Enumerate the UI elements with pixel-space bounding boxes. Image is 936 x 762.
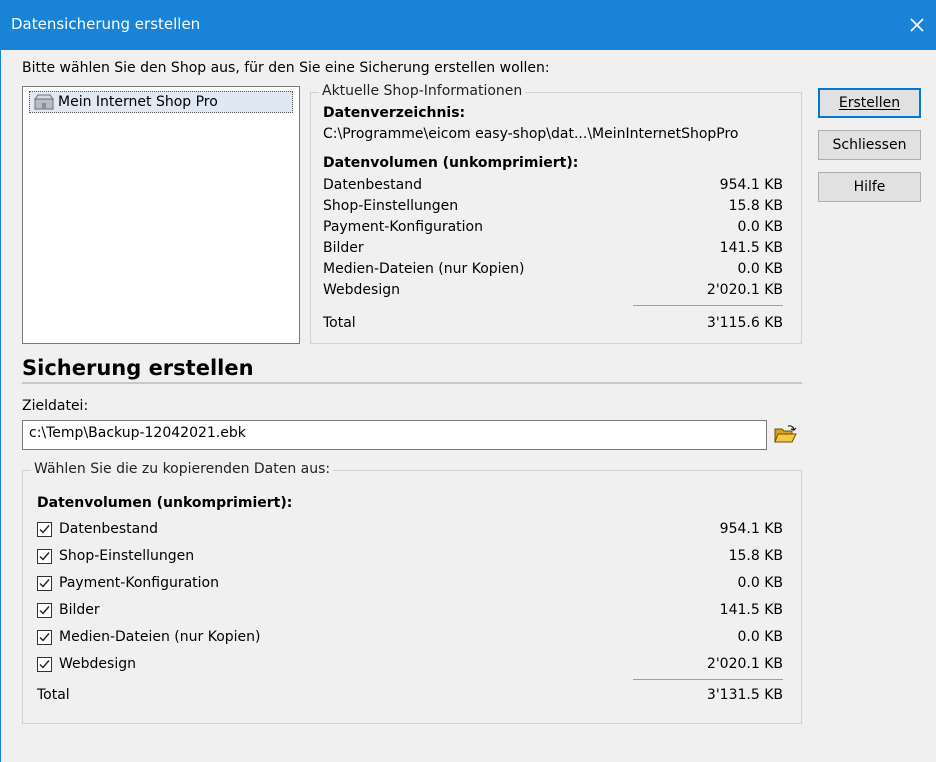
- info-row: Datenbestand 954.1 KB: [323, 177, 783, 197]
- total-separator: [633, 679, 783, 680]
- info-total-label: Total: [323, 315, 356, 331]
- volume-heading: Datenvolumen (unkomprimiert):: [323, 155, 579, 171]
- info-row: Bilder 141.5 KB: [323, 240, 783, 260]
- info-row: Shop-Einstellungen 15.8 KB: [323, 198, 783, 218]
- help-button-label: Hilfe: [853, 179, 886, 195]
- backup-section-title: Sicherung erstellen: [22, 356, 254, 380]
- total-separator: [633, 305, 783, 306]
- list-item-shop[interactable]: Mein Internet Shop Pro: [29, 91, 293, 113]
- info-row-label: Bilder: [323, 240, 364, 256]
- backup-row: Datenbestand 954.1 KB: [37, 521, 783, 541]
- close-icon[interactable]: [897, 0, 936, 50]
- info-row-label: Medien-Dateien (nur Kopien): [323, 261, 525, 277]
- info-row-label: Shop-Einstellungen: [323, 198, 459, 214]
- close-button-label: Schliessen: [832, 137, 907, 153]
- backup-row-value: 0.0 KB: [737, 629, 784, 645]
- shop-icon: [34, 94, 54, 110]
- backup-row-label: Medien-Dateien (nur Kopien): [59, 629, 261, 645]
- info-row-value: 0.0 KB: [737, 219, 784, 235]
- target-file-input[interactable]: c:\Temp\Backup-12042021.ebk: [22, 420, 767, 450]
- checkbox[interactable]: [37, 657, 52, 672]
- backup-row: Medien-Dateien (nur Kopien) 0.0 KB: [37, 629, 783, 649]
- select-data-group: Wählen Sie die zu kopierenden Daten aus:…: [22, 461, 802, 724]
- backup-total-label: Total: [37, 687, 70, 703]
- backup-row-label: Datenbestand: [59, 521, 158, 537]
- backup-row: Bilder 141.5 KB: [37, 602, 783, 622]
- checkbox[interactable]: [37, 603, 52, 618]
- list-item-label: Mein Internet Shop Pro: [58, 94, 218, 110]
- folder-open-icon[interactable]: [773, 424, 797, 446]
- info-row: Webdesign 2'020.1 KB: [323, 282, 783, 302]
- info-row-value: 15.8 KB: [728, 198, 783, 214]
- backup-row-label: Bilder: [59, 602, 100, 618]
- shop-select-prompt: Bitte wählen Sie den Shop aus, für den S…: [22, 60, 550, 76]
- backup-row: Webdesign 2'020.1 KB: [37, 656, 783, 676]
- checkbox[interactable]: [37, 549, 52, 564]
- info-row-value: 2'020.1 KB: [706, 282, 783, 298]
- select-data-legend: Wählen Sie die zu kopierenden Daten aus:: [31, 461, 334, 477]
- backup-total-row: Total 3'131.5 KB: [37, 687, 783, 707]
- backup-row-label: Payment-Konfiguration: [59, 575, 219, 591]
- shop-list[interactable]: Mein Internet Shop Pro: [22, 86, 300, 344]
- info-row-value: 141.5 KB: [719, 240, 783, 256]
- checkbox[interactable]: [37, 630, 52, 645]
- backup-row-value: 2'020.1 KB: [706, 656, 783, 672]
- backup-volume-heading: Datenvolumen (unkomprimiert):: [37, 495, 293, 511]
- data-directory-heading: Datenverzeichnis:: [323, 105, 466, 121]
- backup-row-label: Shop-Einstellungen: [59, 548, 195, 564]
- target-file-label: Zieldatei:: [22, 398, 89, 414]
- help-button[interactable]: Hilfe: [818, 172, 921, 202]
- data-directory-path: C:\Programme\eicom easy-shop\dat...\Mein…: [323, 126, 739, 142]
- backup-row-value: 0.0 KB: [737, 575, 784, 591]
- backup-row-value: 15.8 KB: [728, 548, 783, 564]
- title-bar: Datensicherung erstellen: [1, 0, 936, 50]
- info-row: Medien-Dateien (nur Kopien) 0.0 KB: [323, 261, 783, 281]
- info-total-row: Total 3'115.6 KB: [323, 315, 783, 335]
- shop-info-group: Aktuelle Shop-Informationen Datenverzeic…: [310, 83, 802, 344]
- info-total-value: 3'115.6 KB: [706, 315, 783, 331]
- info-row-label: Webdesign: [323, 282, 400, 298]
- info-row: Payment-Konfiguration 0.0 KB: [323, 219, 783, 239]
- window-title: Datensicherung erstellen: [11, 15, 201, 33]
- shop-info-legend: Aktuelle Shop-Informationen: [319, 83, 526, 99]
- backup-row: Payment-Konfiguration 0.0 KB: [37, 575, 783, 595]
- backup-row-value: 141.5 KB: [719, 602, 783, 618]
- info-row-value: 954.1 KB: [719, 177, 783, 193]
- checkbox[interactable]: [37, 576, 52, 591]
- info-row-label: Datenbestand: [323, 177, 422, 193]
- close-button[interactable]: Schliessen: [818, 130, 921, 160]
- checkbox[interactable]: [37, 522, 52, 537]
- info-row-value: 0.0 KB: [737, 261, 784, 277]
- create-button-label: Erstellen: [838, 95, 901, 111]
- backup-row-value: 954.1 KB: [719, 521, 783, 537]
- backup-row-label: Webdesign: [59, 656, 136, 672]
- backup-row: Shop-Einstellungen 15.8 KB: [37, 548, 783, 568]
- backup-dialog: Datensicherung erstellen Bitte wählen Si…: [0, 0, 936, 762]
- create-button[interactable]: Erstellen: [818, 88, 921, 118]
- section-divider: [22, 382, 802, 384]
- backup-total-value: 3'131.5 KB: [706, 687, 783, 703]
- info-row-label: Payment-Konfiguration: [323, 219, 483, 235]
